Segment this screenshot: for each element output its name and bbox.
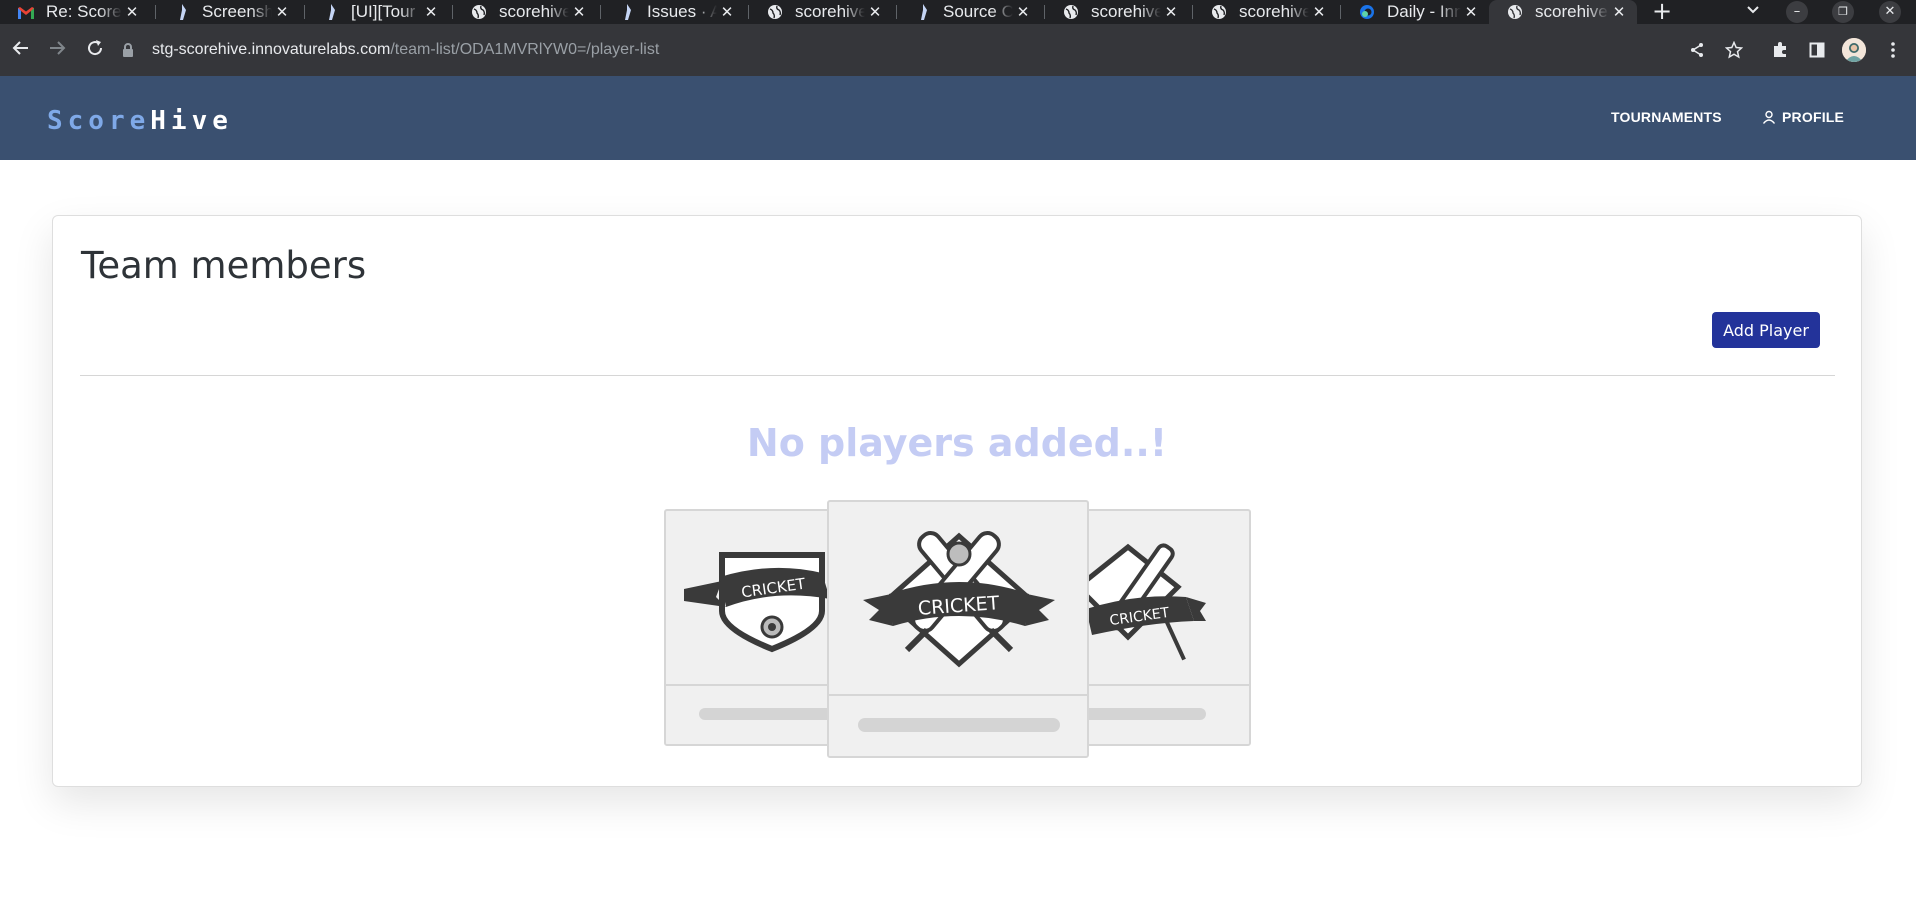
- nav-profile[interactable]: PROFILE: [1762, 109, 1844, 125]
- globe-icon: [471, 4, 487, 20]
- tab-title: scorehive: [499, 2, 569, 21]
- add-player-button[interactable]: Add Player: [1712, 312, 1820, 348]
- cricket-crossed-bats-icon: CRICKET: [1078, 543, 1206, 661]
- user-icon: [1762, 110, 1776, 124]
- placeholder-bar: [1078, 708, 1206, 720]
- close-tab-icon[interactable]: ✕: [1013, 3, 1033, 21]
- card-footer: [829, 694, 1087, 756]
- browser-tabstrip: Re: Score ✕ Screensho ✕ [UI][Tour ✕ scor…: [0, 0, 1916, 24]
- placeholder-bar: [699, 708, 839, 720]
- browser-tab[interactable]: Re: Score ✕: [0, 0, 150, 24]
- browser-tab[interactable]: scorehive ✕: [453, 0, 597, 24]
- player-card-placeholder-right: CRICKET: [1076, 509, 1251, 746]
- tab-title: scorehive: [1091, 2, 1161, 21]
- tab-title: Issues · A: [647, 2, 717, 21]
- browser-tab-active[interactable]: scorehive ✕: [1489, 0, 1637, 24]
- close-tab-icon[interactable]: ✕: [569, 3, 589, 21]
- close-tab-icon[interactable]: ✕: [865, 3, 885, 21]
- browser-toolbar: stg-scorehive.innovaturelabs.com/team-li…: [0, 24, 1916, 76]
- globe-icon: [1211, 4, 1227, 20]
- forward-arrow-icon[interactable]: [45, 38, 69, 62]
- card-footer: [1078, 684, 1249, 744]
- close-tab-icon[interactable]: ✕: [1309, 3, 1329, 21]
- globe-icon: [767, 4, 783, 20]
- back-arrow-icon[interactable]: [9, 38, 33, 62]
- tab-title: Daily - Inn: [1387, 2, 1461, 21]
- close-tab-icon[interactable]: ✕: [1609, 3, 1629, 21]
- logo-text-hive: Hive: [150, 106, 233, 136]
- placeholder-bar: [858, 718, 1060, 732]
- logo-text-score: Score: [47, 106, 151, 136]
- url-host: stg-scorehive.innovaturelabs.com: [152, 41, 391, 58]
- player-card-placeholder-left: CRICKET: [664, 509, 844, 746]
- close-tab-icon[interactable]: ✕: [1461, 3, 1481, 21]
- minimize-button[interactable]: –: [1782, 0, 1812, 24]
- browser-tab[interactable]: Issues · A ✕: [601, 0, 745, 24]
- lock-icon[interactable]: [122, 43, 140, 57]
- cricket-badge-icon: CRICKET: [684, 552, 830, 653]
- tab-title: [UI][Tour: [351, 2, 416, 21]
- tab-search-icon[interactable]: [1738, 0, 1768, 24]
- side-panel-icon[interactable]: [1805, 38, 1829, 62]
- tab-title: Re: Score: [46, 2, 122, 21]
- nav-tournaments-label: TOURNAMENTS: [1611, 109, 1722, 125]
- browser-tab[interactable]: Source Co ✕: [897, 0, 1041, 24]
- nav-tournaments[interactable]: TOURNAMENTS: [1611, 109, 1722, 125]
- globe-icon: [1063, 4, 1079, 20]
- tab-title: Source Co: [943, 2, 1013, 21]
- jira-icon: [323, 4, 339, 20]
- globe-icon: [1507, 4, 1523, 20]
- cricket-crest-icon: CRICKET: [863, 531, 1055, 668]
- address-bar[interactable]: stg-scorehive.innovaturelabs.com/team-li…: [122, 35, 1722, 65]
- scorehive-logo[interactable]: ScoreHive: [47, 106, 233, 136]
- close-tab-icon[interactable]: ✕: [122, 3, 142, 21]
- extensions-icon[interactable]: [1768, 38, 1792, 62]
- browser-tab[interactable]: Screensho ✕: [156, 0, 300, 24]
- app-header: ScoreHive TOURNAMENTS PROFILE: [0, 76, 1916, 160]
- close-tab-icon[interactable]: ✕: [421, 3, 441, 21]
- browser-tab[interactable]: scorehive ✕: [1045, 0, 1189, 24]
- url-path: /team-list/ODA1MVRlYW0=/player-list: [390, 41, 660, 58]
- card-footer: [666, 684, 842, 744]
- reload-icon[interactable]: [83, 38, 107, 62]
- new-tab-button[interactable]: +: [1648, 0, 1676, 24]
- share-icon[interactable]: [1685, 38, 1709, 62]
- tab-title: scorehive: [795, 2, 865, 21]
- jira-icon: [915, 4, 931, 20]
- browser-tab[interactable]: scorehive ✕: [749, 0, 893, 24]
- profile-avatar[interactable]: [1842, 38, 1866, 62]
- browser-tab[interactable]: scorehive ✕: [1193, 0, 1337, 24]
- close-window-button[interactable]: ✕: [1875, 0, 1905, 24]
- gmail-icon: [18, 4, 34, 20]
- browser-menu-icon[interactable]: [1881, 38, 1905, 62]
- tab-title: Screensho: [202, 2, 272, 21]
- edge-icon: [1359, 4, 1375, 20]
- player-card-placeholder-center: CRICKET: [827, 500, 1089, 758]
- empty-state-message: No players added..!: [746, 421, 1168, 465]
- team-members-card: Team members Add Player No players added…: [52, 215, 1862, 787]
- restore-button[interactable]: ❐: [1828, 0, 1858, 24]
- jira-icon: [619, 4, 635, 20]
- bookmark-star-icon[interactable]: [1722, 38, 1746, 62]
- close-tab-icon[interactable]: ✕: [272, 3, 292, 21]
- page-title: Team members: [81, 244, 367, 287]
- close-tab-icon[interactable]: ✕: [717, 3, 737, 21]
- tab-title: scorehive: [1239, 2, 1309, 21]
- close-tab-icon[interactable]: ✕: [1161, 3, 1181, 21]
- jira-icon: [174, 4, 190, 20]
- browser-tab[interactable]: Daily - Inn ✕: [1341, 0, 1489, 24]
- tab-title: scorehive: [1535, 2, 1608, 21]
- browser-tab[interactable]: [UI][Tour ✕: [305, 0, 449, 24]
- nav-profile-label: PROFILE: [1782, 109, 1845, 125]
- divider: [80, 375, 1835, 376]
